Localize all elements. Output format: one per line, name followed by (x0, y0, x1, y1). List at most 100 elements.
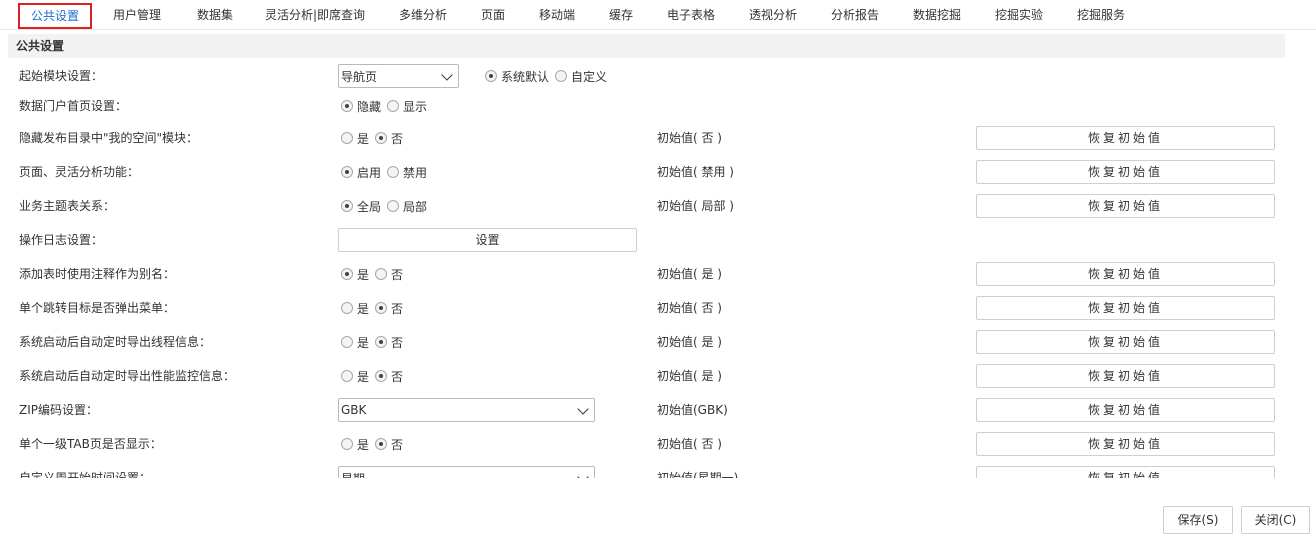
radio-unchecked-icon (341, 336, 353, 348)
setting-label: 起始模块设置： (19, 69, 104, 83)
setting-row-jump-popup-menu: 单个跳转目标是否弹出菜单： 是 否 初始值( 否 ) 恢复初始值 (0, 291, 1316, 325)
setting-control: GBK (338, 393, 595, 427)
setting-row-week-start: 自定义周开始时间设置： 星期一 初始值(星期一) 恢复初始值 (0, 461, 1316, 478)
restore-default-button[interactable]: 恢复初始值 (976, 398, 1275, 422)
restore-default-button[interactable]: 恢复初始值 (976, 194, 1275, 218)
tab-public-settings[interactable]: 公共设置 (18, 3, 92, 29)
radio-no[interactable]: 否 (371, 130, 403, 147)
zip-encoding-select[interactable]: GBK (338, 398, 595, 422)
select-value: 导航页 (341, 69, 378, 84)
radio-unchecked-icon (387, 166, 400, 178)
tab-mining-service[interactable]: 挖掘服务 (1066, 3, 1136, 29)
radio-unchecked-icon (375, 268, 388, 280)
restore-default-button[interactable]: 恢复初始值 (976, 330, 1275, 354)
radio-label: 否 (391, 301, 404, 316)
restore-default-button[interactable]: 恢复初始值 (976, 160, 1275, 184)
setting-row-business-table-relation: 业务主题表关系： 全局 局部 初始值( 局部 ) 恢复初始值 (0, 189, 1316, 223)
radio-label: 局部 (403, 199, 428, 214)
select-value: 星期一 (341, 470, 377, 479)
radio-unchecked-icon (555, 70, 568, 82)
tab-mobile[interactable]: 移动端 (528, 3, 586, 29)
setting-control: 隐藏 显示 (338, 89, 429, 123)
tab-cache[interactable]: 缓存 (600, 3, 642, 29)
setting-label: 自定义周开始时间设置： (19, 471, 152, 478)
tab-pivot-analysis[interactable]: 透视分析 (738, 3, 808, 29)
setting-label: 隐藏发布目录中"我的空间"模块： (19, 131, 199, 145)
tab-page[interactable]: 页面 (472, 3, 514, 29)
radio-checked-icon (375, 302, 388, 314)
setting-label: 操作日志设置： (19, 233, 104, 247)
tab-user-management[interactable]: 用户管理 (102, 3, 172, 29)
radio-yes[interactable]: 是 (338, 368, 369, 385)
radio-hide[interactable]: 隐藏 (338, 98, 381, 115)
radio-global[interactable]: 全局 (338, 198, 381, 215)
radio-yes[interactable]: 是 (338, 436, 369, 453)
radio-custom[interactable]: 自定义 (551, 68, 607, 85)
radio-checked-icon (375, 370, 388, 382)
setting-row-page-flex-analysis: 页面、灵活分析功能： 启用 禁用 初始值( 禁用 ) 恢复初始值 (0, 155, 1316, 189)
restore-default-button[interactable]: 恢复初始值 (976, 432, 1275, 456)
radio-local[interactable]: 局部 (383, 198, 427, 215)
setting-label: 系统启动后自动定时导出线程信息： (19, 335, 212, 349)
radio-system-default[interactable]: 系统默认 (481, 68, 549, 85)
radio-unchecked-icon (341, 370, 353, 382)
radio-no[interactable]: 否 (371, 334, 403, 351)
radio-yes[interactable]: 是 (338, 130, 369, 147)
radio-label: 否 (391, 437, 404, 452)
chevron-down-icon (577, 471, 589, 478)
start-module-select[interactable]: 导航页 (338, 64, 459, 88)
setting-label: ZIP编码设置： (19, 403, 98, 417)
radio-no[interactable]: 否 (371, 436, 403, 453)
close-button[interactable]: 关闭(C) (1241, 506, 1310, 534)
radio-no[interactable]: 否 (371, 300, 403, 317)
tab-analysis-report[interactable]: 分析报告 (820, 3, 890, 29)
initial-value: 初始值( 禁用 ) (657, 165, 734, 179)
radio-label: 启用 (357, 165, 382, 180)
setting-row-comment-as-alias: 添加表时使用注释作为别名： 是 否 初始值( 是 ) 恢复初始值 (0, 257, 1316, 291)
radio-label: 否 (391, 267, 404, 282)
operation-log-settings-button[interactable]: 设置 (338, 228, 637, 252)
radio-label: 是 (357, 437, 370, 452)
radio-checked-icon (341, 100, 353, 112)
tab-flex-analysis[interactable]: 灵活分析|即席查询 (256, 3, 374, 29)
radio-no[interactable]: 否 (371, 368, 403, 385)
restore-default-button[interactable]: 恢复初始值 (976, 262, 1275, 286)
radio-label: 否 (391, 335, 404, 350)
radio-label: 否 (391, 131, 404, 146)
radio-no[interactable]: 否 (371, 266, 403, 283)
setting-label: 业务主题表关系： (19, 199, 116, 213)
save-button[interactable]: 保存(S) (1163, 506, 1233, 534)
initial-value: 初始值(星期一) (657, 471, 739, 478)
setting-row-export-thread-info: 系统启动后自动定时导出线程信息： 是 否 初始值( 是 ) 恢复初始值 (0, 325, 1316, 359)
radio-yes[interactable]: 是 (338, 300, 369, 317)
initial-value: 初始值( 是 ) (657, 267, 722, 281)
settings-tab-bar: 公共设置 用户管理 数据集 灵活分析|即席查询 多维分析 页面 移动端 缓存 电… (0, 0, 1316, 30)
setting-row-single-tab-display: 单个一级TAB页是否显示： 是 否 初始值( 否 ) 恢复初始值 (0, 427, 1316, 461)
setting-control: 是 否 (338, 359, 405, 393)
radio-checked-icon (485, 70, 497, 82)
restore-default-button[interactable]: 恢复初始值 (976, 126, 1275, 150)
tab-mining-experiment[interactable]: 挖掘实验 (984, 3, 1054, 29)
radio-disable[interactable]: 禁用 (383, 164, 427, 181)
initial-value: 初始值( 是 ) (657, 369, 722, 383)
radio-label: 自定义 (571, 69, 608, 84)
settings-list: 起始模块设置： 导航页 系统默认 自定义 数据门户首页设置： 隐藏 显示 隐藏发… (0, 58, 1316, 478)
tab-dataset[interactable]: 数据集 (186, 3, 244, 29)
restore-default-button[interactable]: 恢复初始值 (976, 466, 1275, 478)
week-start-select[interactable]: 星期一 (338, 466, 595, 478)
setting-label: 数据门户首页设置： (19, 99, 128, 113)
tab-spreadsheet[interactable]: 电子表格 (656, 3, 726, 29)
tab-data-mining[interactable]: 数据挖掘 (902, 3, 972, 29)
radio-checked-icon (375, 336, 388, 348)
radio-show[interactable]: 显示 (383, 98, 427, 115)
setting-label: 系统启动后自动定时导出性能监控信息： (19, 369, 236, 383)
restore-default-button[interactable]: 恢复初始值 (976, 296, 1275, 320)
radio-yes[interactable]: 是 (338, 266, 369, 283)
radio-yes[interactable]: 是 (338, 334, 369, 351)
tab-olap[interactable]: 多维分析 (388, 3, 458, 29)
restore-default-button[interactable]: 恢复初始值 (976, 364, 1275, 388)
radio-enable[interactable]: 启用 (338, 164, 381, 181)
setting-control: 星期一 (338, 461, 595, 478)
radio-label: 是 (357, 335, 370, 350)
radio-label: 是 (357, 267, 370, 282)
